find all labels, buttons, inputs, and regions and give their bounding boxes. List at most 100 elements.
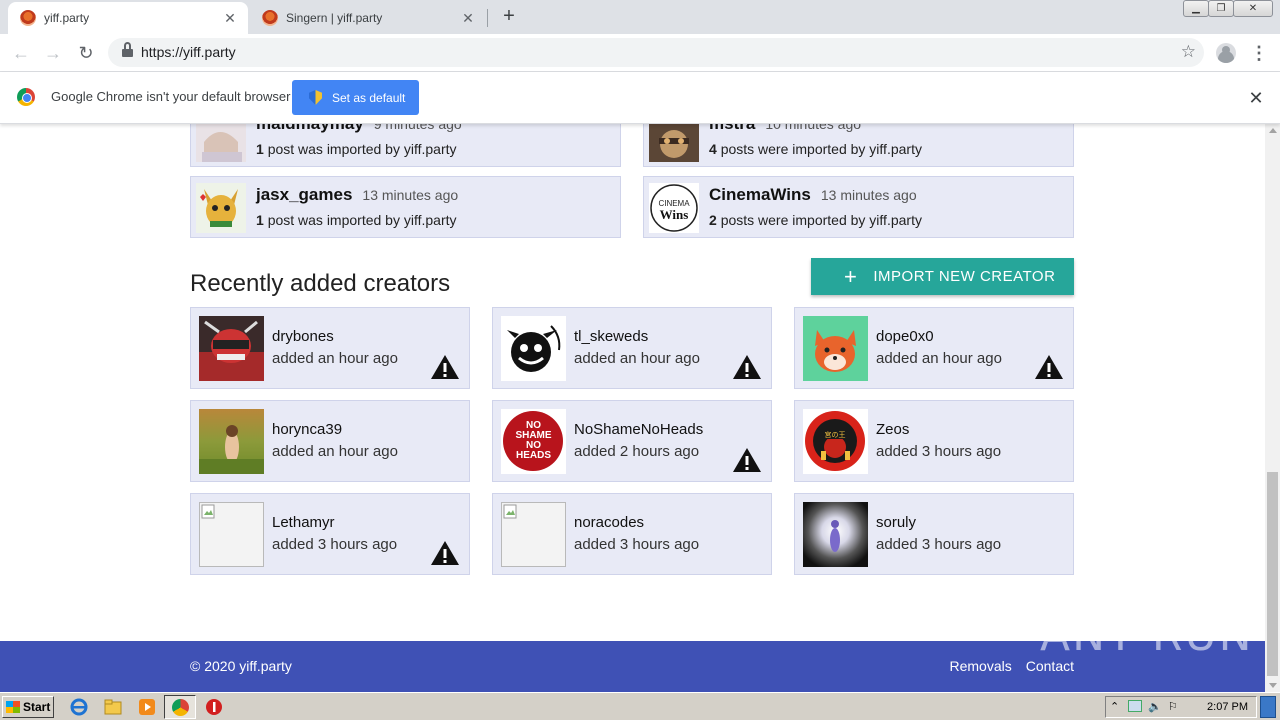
creator-name[interactable]: tl_skeweds bbox=[574, 328, 648, 345]
creator-avatar[interactable] bbox=[196, 124, 246, 162]
volume-icon[interactable]: 🔈 bbox=[1148, 700, 1162, 713]
system-tray: ⌃ 🔈 ⚐ 2:07 PM bbox=[1105, 696, 1257, 718]
creator-avatar[interactable] bbox=[803, 316, 868, 381]
import-count: 2 bbox=[709, 212, 717, 228]
creator-card-noracodes[interactable]: noracodes added 3 hours ago bbox=[492, 493, 772, 575]
import-description: 4 posts were imported by yiff.party bbox=[709, 141, 922, 157]
creator-card-tl-skeweds[interactable]: tl_skeweds added an hour ago bbox=[492, 307, 772, 389]
infobar-message: Google Chrome isn't your default browser bbox=[51, 89, 291, 104]
url-text[interactable]: https://yiff.party bbox=[141, 44, 236, 60]
scrollbar-thumb[interactable] bbox=[1267, 472, 1278, 676]
creator-avatar[interactable]: CINEMA Wins bbox=[649, 183, 699, 233]
creator-card-horynca39[interactable]: horynca39 added an hour ago bbox=[190, 400, 470, 482]
creator-added-time: added an hour ago bbox=[574, 350, 700, 367]
import-count: 4 bbox=[709, 141, 717, 157]
creator-avatar[interactable]: NO SHAME NO HEADS bbox=[501, 409, 566, 474]
page-scrollbar[interactable] bbox=[1265, 124, 1280, 692]
warning-icon[interactable] bbox=[430, 354, 460, 380]
scroll-down-arrow-icon[interactable] bbox=[1269, 683, 1277, 688]
creator-name[interactable]: noracodes bbox=[574, 514, 644, 531]
network-icon[interactable] bbox=[1128, 700, 1142, 712]
file-explorer-icon[interactable] bbox=[104, 698, 122, 716]
creator-name[interactable]: Zeos bbox=[876, 421, 909, 438]
tab-title: Singern | yiff.party bbox=[286, 11, 383, 25]
import-count: 1 bbox=[256, 212, 264, 228]
creator-avatar[interactable] bbox=[803, 502, 868, 567]
broken-image-avatar[interactable] bbox=[199, 502, 264, 567]
profile-avatar-icon[interactable] bbox=[1216, 43, 1236, 63]
broken-image-avatar[interactable] bbox=[501, 502, 566, 567]
media-player-icon[interactable] bbox=[138, 698, 156, 716]
creator-name[interactable]: mstra bbox=[709, 124, 755, 133]
warning-icon[interactable] bbox=[732, 447, 762, 473]
creator-name[interactable]: CinemaWins bbox=[709, 185, 811, 204]
creator-avatar[interactable] bbox=[196, 183, 246, 233]
creator-name[interactable]: jasx_games bbox=[256, 185, 352, 204]
lock-icon[interactable] bbox=[122, 42, 133, 57]
address-bar[interactable]: https://yiff.party ☆ bbox=[108, 38, 1204, 67]
forward-arrow-icon[interactable]: → bbox=[42, 42, 64, 64]
minimize-window-button[interactable]: ▁ bbox=[1183, 0, 1209, 17]
close-window-button[interactable]: ✕ bbox=[1233, 0, 1273, 17]
back-arrow-icon[interactable]: ← bbox=[10, 42, 32, 64]
close-tab-icon[interactable]: ✕ bbox=[222, 10, 238, 26]
stop-icon[interactable] bbox=[205, 698, 223, 716]
restore-window-button[interactable]: ❐ bbox=[1208, 0, 1234, 17]
tab-singern[interactable]: Singern | yiff.party ✕ bbox=[250, 2, 486, 34]
creator-card-dope0x0[interactable]: dope0x0 added an hour ago bbox=[794, 307, 1074, 389]
internet-explorer-icon[interactable] bbox=[70, 698, 88, 716]
creator-name[interactable]: dope0x0 bbox=[876, 328, 934, 345]
creator-card-zeos[interactable]: 宮の王 Zeos added 3 hours ago bbox=[794, 400, 1074, 482]
creator-avatar[interactable] bbox=[199, 409, 264, 474]
creator-avatar[interactable] bbox=[501, 316, 566, 381]
chrome-icon bbox=[172, 699, 189, 716]
creator-added-time: added 3 hours ago bbox=[574, 536, 700, 553]
creator-card-noshamenoheads[interactable]: NO SHAME NO HEADS NoShameNoHeads added 2… bbox=[492, 400, 772, 482]
tab-yiff-party[interactable]: yiff.party ✕ bbox=[8, 2, 248, 34]
action-center-flag-icon[interactable]: ⚐ bbox=[1168, 700, 1178, 713]
import-card-mstra[interactable]: mstra 10 minutes ago 4 posts were importe… bbox=[643, 124, 1074, 167]
scroll-up-arrow-icon[interactable] bbox=[1269, 128, 1277, 133]
import-card-maidmaymay[interactable]: maidmaymay 9 minutes ago 1 post was impor… bbox=[190, 124, 621, 167]
creator-name-line: mstra 10 minutes ago bbox=[709, 124, 861, 134]
creator-avatar[interactable] bbox=[199, 316, 264, 381]
start-button[interactable]: Start bbox=[2, 696, 54, 718]
import-new-creator-button[interactable]: + IMPORT NEW CREATOR bbox=[811, 258, 1074, 295]
site-favicon-icon bbox=[262, 10, 278, 26]
creator-name[interactable]: NoShameNoHeads bbox=[574, 421, 703, 438]
import-count: 1 bbox=[256, 141, 264, 157]
close-tab-icon[interactable]: ✕ bbox=[460, 10, 476, 26]
creator-card-drybones[interactable]: drybones added an hour ago bbox=[190, 307, 470, 389]
windows-taskbar: Start ⌃ 🔈 ⚐ 2:07 PM bbox=[0, 692, 1280, 720]
warning-icon[interactable] bbox=[1034, 354, 1064, 380]
warning-icon[interactable] bbox=[732, 354, 762, 380]
chrome-taskbar-button[interactable] bbox=[164, 695, 196, 719]
creator-avatar[interactable]: 宮の王 bbox=[803, 409, 868, 474]
creator-name-line: maidmaymay 9 minutes ago bbox=[256, 124, 462, 134]
creator-name[interactable]: horynca39 bbox=[272, 421, 342, 438]
creator-name[interactable]: maidmaymay bbox=[256, 124, 364, 133]
import-time: 10 minutes ago bbox=[765, 124, 862, 132]
taskbar-clock[interactable]: 2:07 PM bbox=[1207, 701, 1248, 713]
creator-name[interactable]: soruly bbox=[876, 514, 916, 531]
new-tab-button[interactable]: + bbox=[498, 5, 520, 27]
footer-link-removals[interactable]: Removals bbox=[950, 658, 1012, 674]
import-card-cinemawins[interactable]: CINEMA Wins CinemaWins 13 minutes ago 2 p… bbox=[643, 176, 1074, 238]
creator-name[interactable]: drybones bbox=[272, 328, 334, 345]
reload-icon[interactable]: ↻ bbox=[75, 42, 97, 64]
warning-icon[interactable] bbox=[430, 540, 460, 566]
import-text: post was imported by yiff.party bbox=[267, 141, 457, 157]
bookmark-star-icon[interactable]: ☆ bbox=[1181, 42, 1196, 62]
creator-card-lethamyr[interactable]: Lethamyr added 3 hours ago bbox=[190, 493, 470, 575]
start-label: Start bbox=[23, 700, 51, 714]
import-card-jasx-games[interactable]: jasx_games 13 minutes ago 1 post was impo… bbox=[190, 176, 621, 238]
tray-expand-icon[interactable]: ⌃ bbox=[1110, 700, 1119, 713]
creator-name-line: CinemaWins 13 minutes ago bbox=[709, 185, 917, 205]
creator-card-soruly[interactable]: soruly added 3 hours ago bbox=[794, 493, 1074, 575]
creator-name[interactable]: Lethamyr bbox=[272, 514, 335, 531]
creator-avatar[interactable] bbox=[649, 124, 699, 162]
show-desktop-button[interactable] bbox=[1260, 696, 1276, 718]
set-as-default-button[interactable]: Set as default bbox=[292, 80, 419, 115]
infobar-close-icon[interactable]: ✕ bbox=[1246, 88, 1266, 108]
chrome-menu-icon[interactable]: ⋮ bbox=[1250, 42, 1268, 64]
